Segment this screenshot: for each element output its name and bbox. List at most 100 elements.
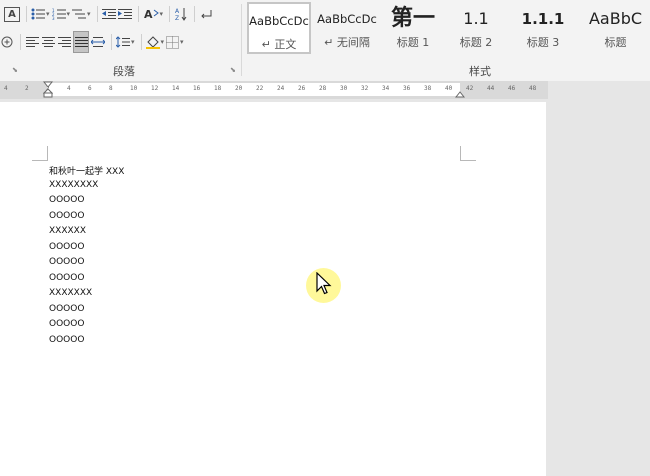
paragraph-row-2: ▾ ▾ ▾ (0, 31, 186, 53)
document-line[interactable]: OOOOO (49, 273, 84, 283)
style-heading-1[interactable]: 第一 标题 1 (383, 2, 443, 54)
increase-indent-button[interactable] (117, 4, 132, 24)
chevron-down-icon[interactable]: ▾ (67, 10, 71, 18)
ribbon: A ▾ 1 2 3 ▾ ▾ A ▾ AZ ▾ ▾ ▾ 段落 ⬊ ⬊ AaBbCc… (0, 0, 650, 82)
distributed-align-icon (91, 37, 105, 47)
style-preview: AaBbC (588, 9, 643, 28)
style-heading-2[interactable]: 1.1 标题 2 (445, 2, 507, 54)
divider (137, 6, 139, 22)
shading-button[interactable]: ▾ (145, 32, 165, 52)
document-line[interactable]: OOOOO (49, 304, 84, 314)
first-line-indent-marker-icon[interactable] (43, 81, 53, 99)
document-line[interactable]: OOOOO (49, 319, 84, 329)
show-marks-button[interactable] (199, 4, 213, 24)
style-name: 标题 (604, 36, 627, 49)
svg-text:A: A (144, 8, 153, 20)
align-center-button[interactable] (41, 32, 55, 52)
right-gutter (548, 81, 650, 476)
style-preview: 第一 (390, 6, 435, 31)
svg-text:3: 3 (52, 16, 55, 20)
style-preview: AaBbCcDc (317, 12, 377, 26)
divider (26, 6, 27, 22)
bullet-list-icon (31, 8, 45, 20)
align-right-icon (57, 37, 71, 47)
ruler-tick-label: 18 (214, 85, 222, 92)
ruler-tick-label: 24 (277, 85, 285, 92)
ruler-tick-label: 4 (4, 85, 8, 92)
borders-button[interactable]: ▾ (166, 32, 184, 52)
ruler-tick-label: 40 (445, 85, 453, 92)
divider (140, 34, 142, 50)
document-line[interactable]: OOOOO (49, 335, 84, 345)
style-normal[interactable]: AaBbCcDc ↵ 正文 (247, 2, 311, 54)
document-line[interactable]: OOOOO (49, 195, 84, 205)
style-title[interactable]: AaBbC 标题 (581, 2, 650, 54)
multilevel-list-button[interactable]: ▾ (72, 4, 91, 24)
chinese-layout-button[interactable] (0, 32, 14, 52)
corner-mark (32, 160, 47, 161)
chevron-down-icon[interactable]: ▾ (160, 10, 164, 18)
ruler-tick-label: 2 (25, 85, 29, 92)
paragraph-dialog-launcher-icon[interactable]: ⬊ (230, 66, 238, 74)
style-heading-3[interactable]: 1.1.1 标题 3 (509, 2, 577, 54)
document-line[interactable]: OOOOO (49, 242, 84, 252)
bullets-button[interactable]: ▾ (31, 4, 50, 24)
ruler-tick-label: 48 (529, 85, 537, 92)
divider (169, 6, 171, 22)
ruler-tick-label: 28 (319, 85, 327, 92)
paragraph-row-1: A ▾ 1 2 3 ▾ ▾ A ▾ AZ (4, 3, 215, 25)
numbering-button[interactable]: 1 2 3 ▾ (52, 4, 71, 24)
justify-button[interactable] (73, 31, 89, 53)
ruler-tick-label: 26 (298, 85, 306, 92)
styles-gallery: AaBbCcDc ↵ 正文 AaBbCcDc ↵ 无间隔 第一 标题 1 1.1… (245, 0, 650, 58)
multilevel-list-icon (72, 9, 87, 19)
divider (96, 6, 98, 22)
ruler-tick-label: 20 (235, 85, 243, 92)
paint-bucket-icon (145, 35, 160, 49)
align-right-button[interactable] (57, 32, 71, 52)
corner-mark (47, 146, 48, 161)
ruler-tick-label: 34 (382, 85, 390, 92)
ruler-tick-label: 4 (67, 85, 71, 92)
text-direction-button[interactable]: A ▾ (143, 4, 164, 24)
font-dialog-launcher-icon[interactable]: ⬊ (12, 66, 20, 74)
align-left-icon (25, 37, 39, 47)
decrease-indent-button[interactable] (101, 4, 116, 24)
justify-icon (74, 37, 88, 47)
align-left-button[interactable] (25, 32, 39, 52)
styles-group-label: 样式 (469, 65, 491, 78)
horizontal-ruler[interactable]: 4224681012141618202224262830323436384042… (0, 81, 548, 99)
ruler-tick-label: 12 (151, 85, 159, 92)
mouse-pointer-icon (316, 272, 332, 295)
document-line[interactable]: OOOOO (49, 257, 84, 267)
corner-mark (460, 160, 476, 161)
right-indent-marker-icon[interactable] (455, 89, 465, 99)
distribute-button[interactable] (91, 32, 105, 52)
line-spacing-button[interactable]: ▾ (116, 32, 135, 52)
style-preview: 1.1 (463, 9, 489, 28)
divider (20, 34, 21, 50)
document-line[interactable]: OOOOO (49, 211, 84, 221)
ruler-tick-label: 6 (88, 85, 92, 92)
chevron-down-icon[interactable]: ▾ (161, 38, 165, 46)
document-line[interactable]: XXXXXX (49, 226, 86, 236)
character-border-button[interactable]: A (4, 6, 20, 22)
document-line[interactable]: XXXXXXXX (49, 180, 98, 190)
chevron-down-icon[interactable]: ▾ (180, 38, 184, 46)
style-name: 标题 3 (526, 36, 560, 49)
ruler-tick-label: 36 (403, 85, 411, 92)
style-name: 标题 2 (459, 36, 493, 49)
svg-text:Z: Z (175, 15, 179, 21)
document-line[interactable]: 和秋叶一起学 XXX (49, 164, 124, 177)
chevron-down-icon[interactable]: ▾ (87, 10, 91, 18)
sort-button[interactable]: AZ (174, 4, 188, 24)
borders-icon (166, 35, 180, 49)
document-line[interactable]: XXXXXXX (49, 288, 92, 298)
style-preview: AaBbCcDc (249, 14, 309, 28)
sort-icon: AZ (175, 8, 187, 21)
chevron-down-icon[interactable]: ▾ (46, 10, 50, 18)
ruler-tick-label: 38 (424, 85, 432, 92)
svg-text:A: A (175, 8, 180, 15)
style-no-spacing[interactable]: AaBbCcDc ↵ 无间隔 (315, 2, 379, 54)
chevron-down-icon[interactable]: ▾ (131, 38, 135, 46)
